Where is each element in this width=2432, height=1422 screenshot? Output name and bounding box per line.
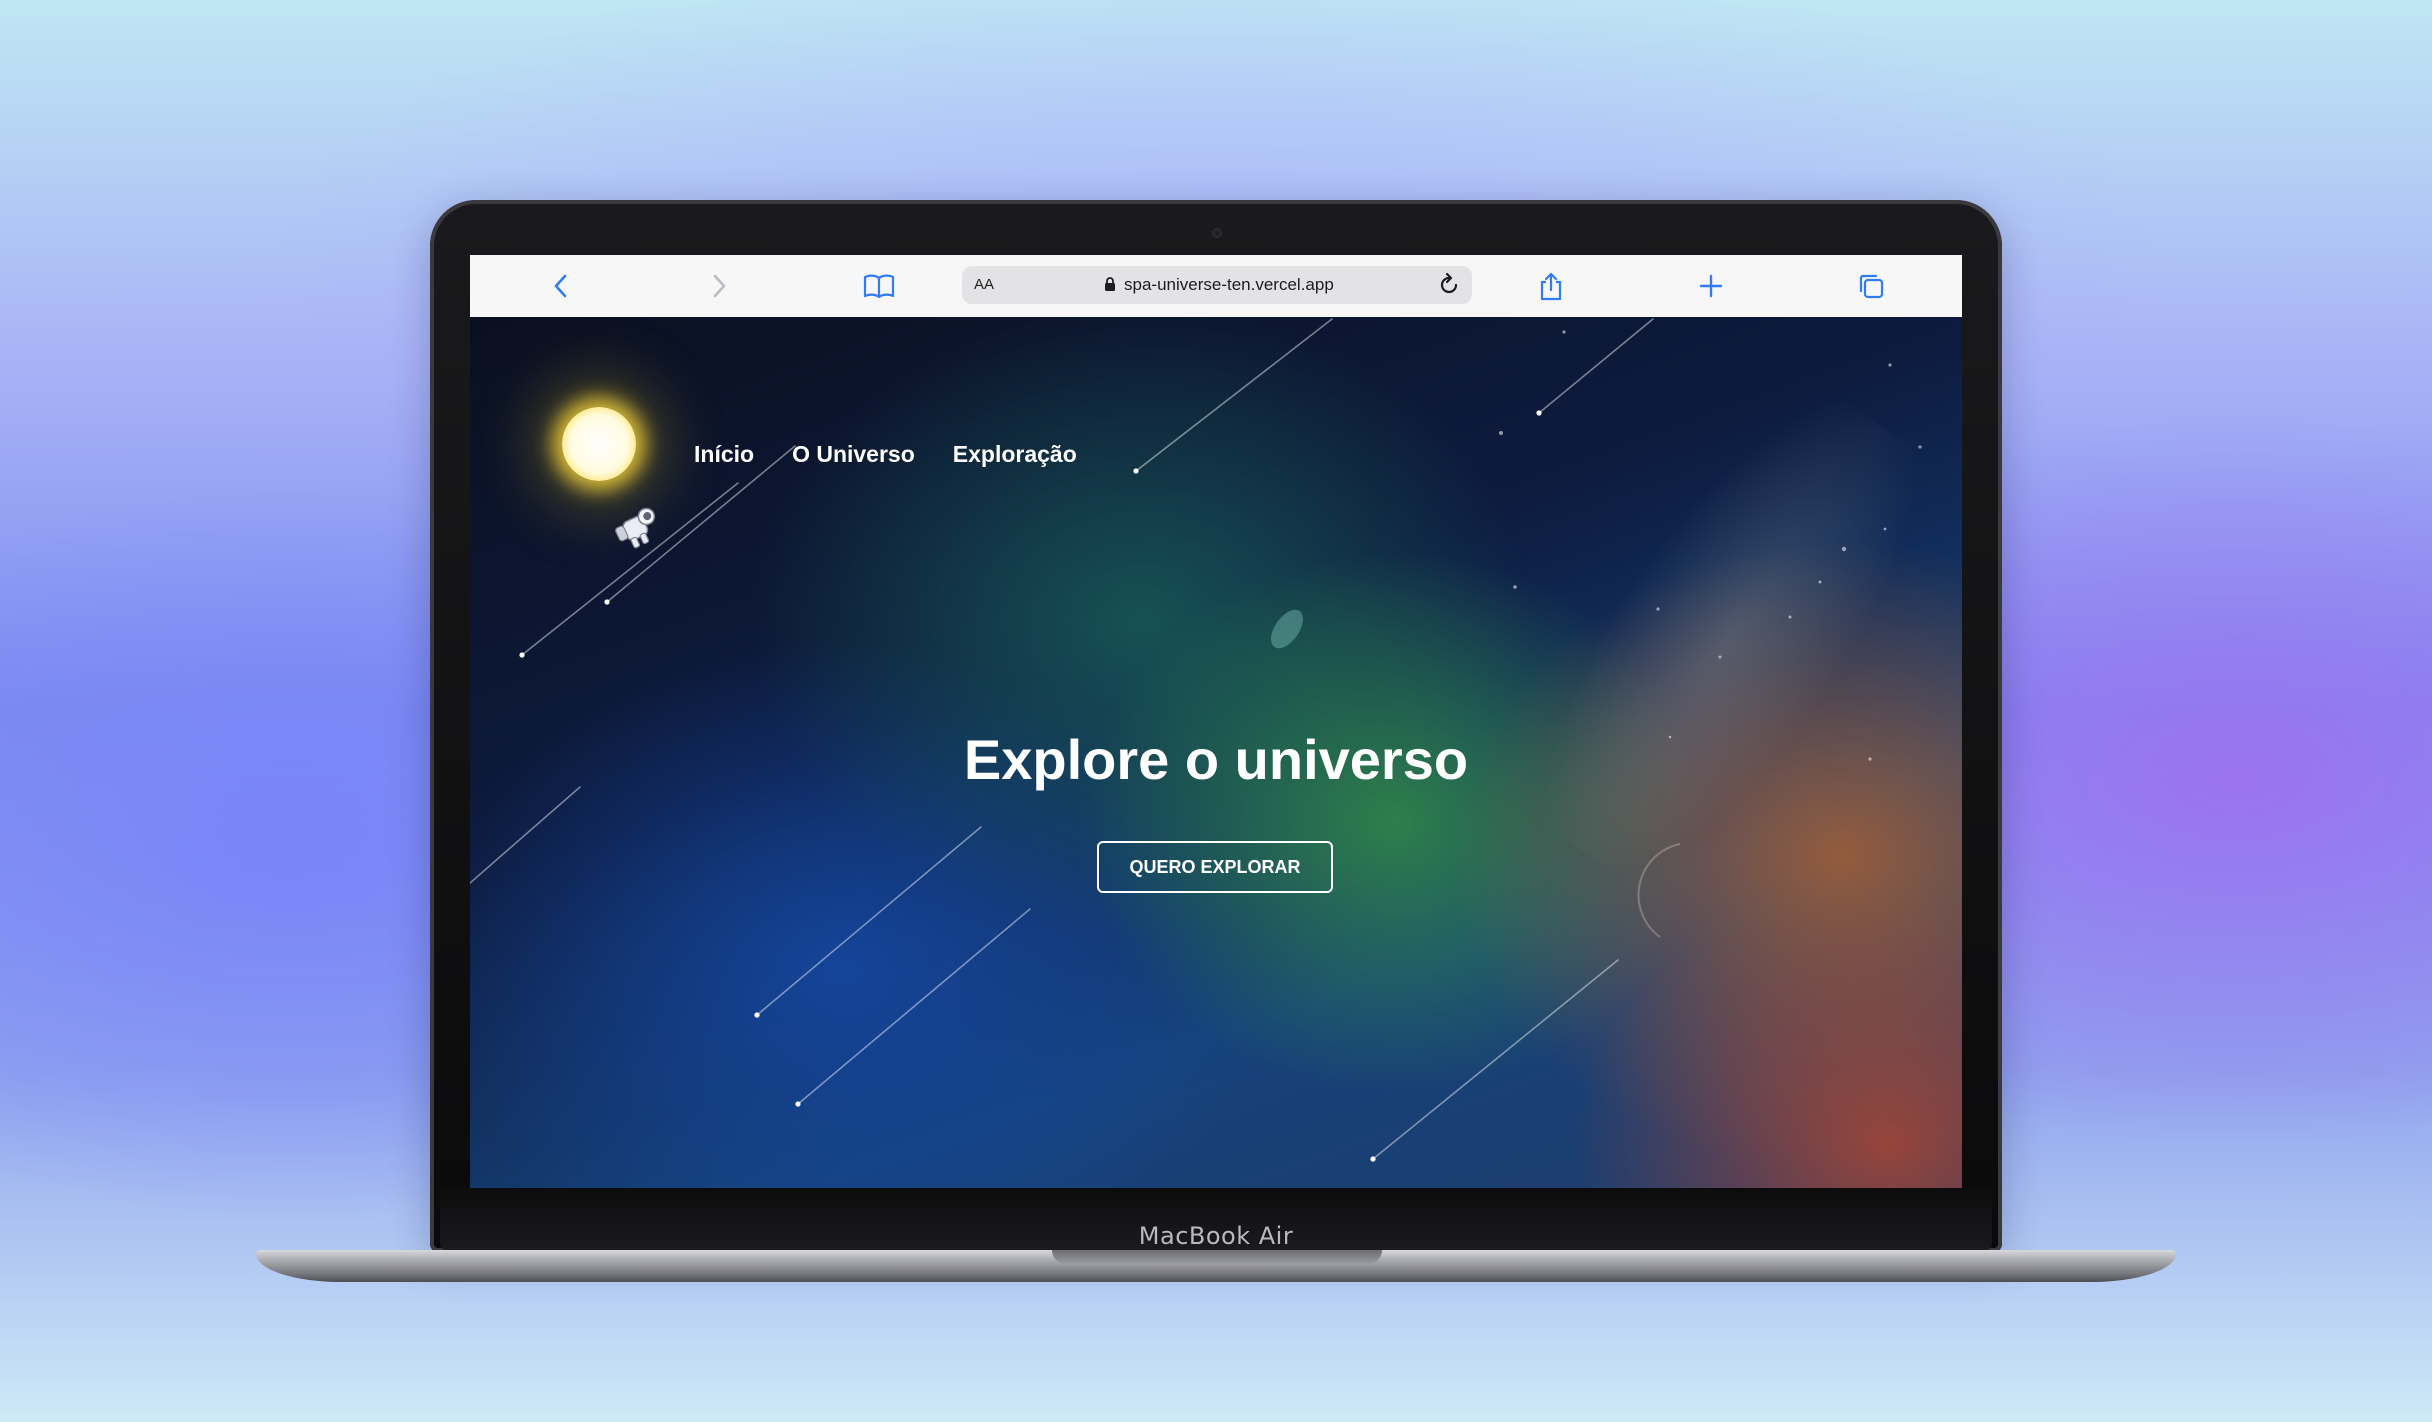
share-icon[interactable]: [1534, 269, 1568, 303]
browser-toolbar: AA spa-universe-ten.vercel.app: [470, 255, 1962, 318]
explore-button[interactable]: QUERO EXPLORAR: [1097, 841, 1333, 893]
book-icon[interactable]: [862, 269, 896, 303]
laptop-screen: AA spa-universe-ten.vercel.app Início O …: [470, 255, 1962, 1188]
device-label: MacBook Air: [1138, 1222, 1294, 1250]
hero-title: Explore o universo: [963, 728, 1469, 791]
url-text: spa-universe-ten.vercel.app: [1124, 275, 1334, 294]
plus-icon[interactable]: [1694, 269, 1728, 303]
nav-link-o-universo[interactable]: O Universo: [792, 441, 915, 468]
chevron-left-icon[interactable]: [544, 269, 578, 303]
nav-link-exploracao[interactable]: Exploração: [953, 441, 1077, 468]
tabs-icon[interactable]: [1854, 269, 1888, 303]
web-page: Início O Universo Exploração Explore o u…: [470, 317, 1962, 1188]
lock-icon: [1104, 276, 1116, 297]
sun-logo[interactable]: [562, 407, 636, 481]
laptop-notch: [1052, 1250, 1382, 1264]
camera-icon: [1212, 228, 1222, 238]
address-bar[interactable]: AA spa-universe-ten.vercel.app: [962, 266, 1472, 304]
astronaut-icon: [610, 505, 666, 554]
chevron-right-icon[interactable]: [702, 269, 736, 303]
reload-icon[interactable]: [1437, 272, 1461, 303]
main-nav: Início O Universo Exploração: [694, 441, 1077, 468]
nav-link-inicio[interactable]: Início: [694, 441, 754, 468]
reader-button[interactable]: AA: [974, 276, 994, 293]
